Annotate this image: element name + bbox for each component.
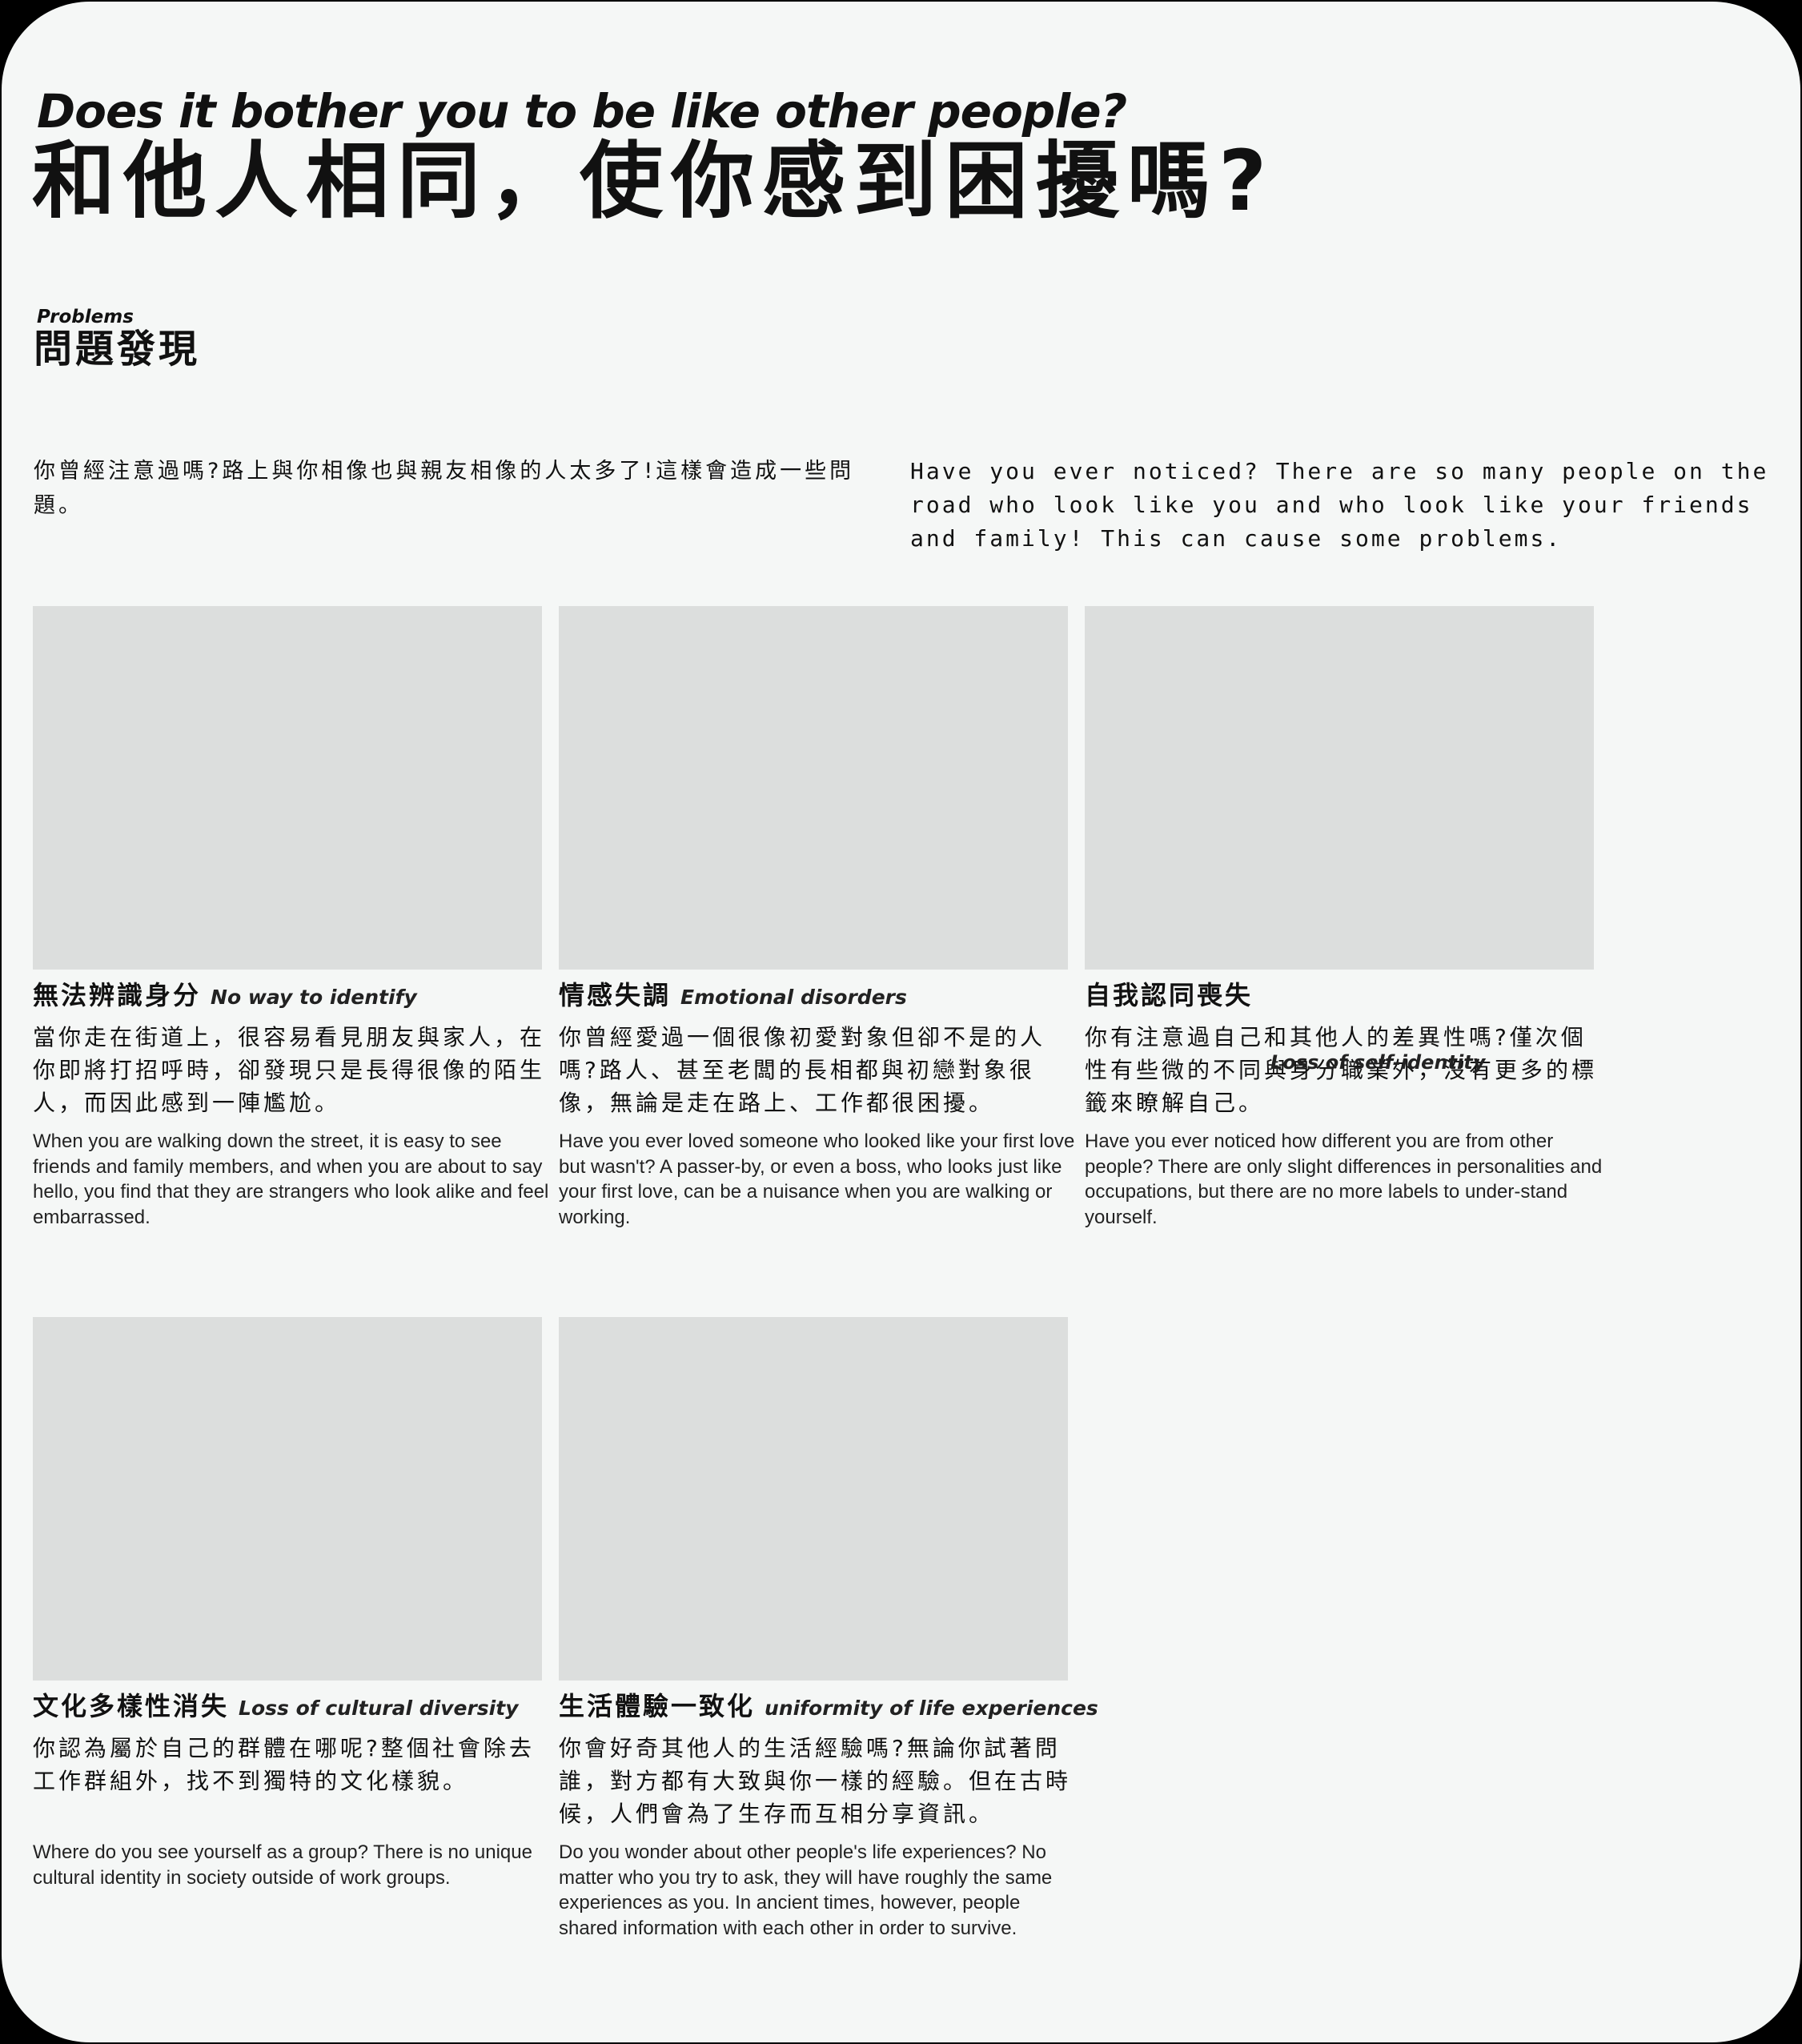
card-body-zh: 當你走在街道上，很容易看見朋友與家人，在你即將打招呼時，卻發現只是長得很像的陌生… — [33, 1024, 546, 1116]
card-title-zh: 自我認同喪失 — [1085, 980, 1254, 1010]
card-body-zh: 你曾經愛過一個很像初愛對象但卻不是的人嗎?路人、甚至老闆的長相都與初戀對象很像，… — [559, 1024, 1046, 1116]
page: Does it bother you to be like other peop… — [2, 2, 1800, 2042]
card-body-en: Have you ever noticed how different you … — [1085, 1130, 1603, 1228]
card-title: 情感失調 Emotional disorders — [559, 978, 1068, 1013]
problem-card: 生活體驗一致化 uniformity of life experiences 你會… — [559, 1317, 1098, 1941]
card-title: 生活體驗一致化 uniformity of life experiences — [559, 1689, 1098, 1724]
card-body-en: Have you ever loved someone who looked l… — [559, 1130, 1075, 1228]
intro-text-en: Have you ever noticed? There are so many… — [910, 458, 1769, 552]
problem-card: 文化多樣性消失 Loss of cultural diversity 你認為屬於自… — [33, 1317, 542, 1890]
intro-text-zh: 你曾經注意過嗎?路上與你相像也與親友相像的人太多了!這樣會造成一些問題。 — [34, 459, 855, 518]
card-body-en: Do you wonder about other people's life … — [559, 1841, 1053, 1939]
section-heading-zh: 問題發現 — [34, 327, 201, 371]
card-title-zh: 無法辨識身分 — [33, 980, 202, 1010]
image-placeholder — [559, 606, 1068, 970]
card-title: 自我認同喪失 — [1085, 978, 1594, 1013]
hero-title-zh: 和他人相同，使你感到困擾嗎? — [32, 132, 1275, 230]
card-body-zh: 你會好奇其他人的生活經驗嗎?無論你試著問誰，對方都有大致與你一樣的經驗。但在古時… — [559, 1735, 1072, 1827]
image-placeholder — [1085, 606, 1594, 970]
card-title-zh: 生活體驗一致化 — [559, 1691, 756, 1721]
card-title-en: Loss of cultural diversity — [239, 1697, 519, 1720]
problem-card: 情感失調 Emotional disorders 你曾經愛過一個很像初愛對象但卻不… — [559, 606, 1074, 1230]
card-title-zh: 文化多樣性消失 — [33, 1691, 230, 1721]
card-title-en: No way to identify — [211, 986, 417, 1009]
image-placeholder — [33, 606, 542, 970]
card-title-en: Loss of self-identity — [1270, 1051, 1486, 1074]
image-placeholder — [33, 1317, 542, 1681]
card-title-en: Emotional disorders — [680, 986, 907, 1009]
card-title: 文化多樣性消失 Loss of cultural diversity — [33, 1689, 542, 1724]
card-title-zh: 情感失調 — [559, 980, 672, 1010]
card-body-zh: 你認為屬於自己的群體在哪呢?整個社會除去工作群組外，找不到獨特的文化樣貌。 — [33, 1735, 535, 1794]
card-title: 無法辨識身分 No way to identify — [33, 978, 542, 1013]
image-placeholder — [559, 1317, 1068, 1681]
section-label-en: Problems — [37, 307, 134, 327]
card-title-en: uniformity of life experiences — [765, 1697, 1098, 1720]
card-body-en: Where do you see yourself as a group? Th… — [33, 1841, 532, 1889]
problem-card: 無法辨識身分 No way to identify 當你走在街道上，很容易看見朋友… — [33, 606, 548, 1230]
problem-card: 自我認同喪失 你有注意過自己和其他人的差異性嗎?僅次個性有些微的不同與身分職業外… — [1085, 606, 1602, 1230]
hero-title-en: Does it bother you to be like other peop… — [37, 84, 1127, 139]
card-body-en: When you are walking down the street, it… — [33, 1130, 549, 1228]
